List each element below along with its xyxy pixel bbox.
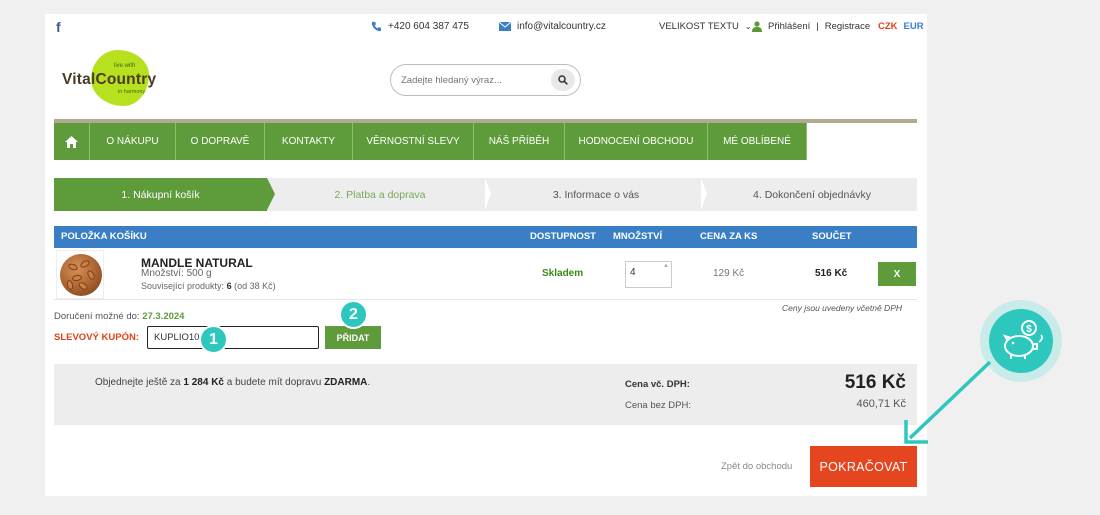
chevron-down-icon: ⌄ [744, 22, 752, 31]
almond-plate [60, 254, 102, 296]
step-arrow [267, 178, 275, 210]
header-unit-price: CENA ZA KS [700, 231, 758, 242]
cart-table-header: POLOŽKA KOŠÍKU DOSTUPNOST MNOŽSTVÍ CENA … [54, 226, 917, 248]
nav-o-doprave[interactable]: O DOPRAVĚ [176, 123, 265, 160]
text-size-label: VELIKOST TEXTU [659, 21, 739, 32]
delivery-date: Doručení možné do: 27.3.2024 [54, 311, 184, 322]
logo-tagline-bottom: in harmony [118, 89, 146, 95]
coupon-label: SLEVOVÝ KUPÓN: [54, 332, 139, 343]
almond [77, 280, 89, 292]
add-coupon-button[interactable]: PŘIDAT [325, 326, 381, 349]
user-icon [752, 21, 762, 32]
related-products[interactable]: Související produkty: 6 (od 38 Kč) [141, 281, 276, 291]
nav-hodnoceni-obchodu[interactable]: HODNOCENÍ OBCHODU [565, 123, 708, 160]
search-icon [558, 75, 568, 85]
email-contact[interactable]: info@vitalcountry.cz [499, 21, 606, 32]
delivery-label: Doručení možné do: [54, 311, 140, 322]
delivery-date-value: 27.3.2024 [142, 311, 185, 322]
facebook-icon[interactable]: f [56, 20, 65, 34]
mail-icon [499, 22, 511, 31]
nav-kontakty[interactable]: KONTAKTY [265, 123, 353, 160]
phone-icon [371, 21, 382, 32]
ship-middle: a budete mít dopravu [226, 377, 322, 388]
availability-status: Skladem [542, 268, 584, 279]
callout-arrow [904, 360, 992, 444]
step-badge-2: 2 [339, 300, 368, 329]
product-image[interactable] [56, 250, 104, 299]
text-size-dropdown[interactable]: VELIKOST TEXTU ⌄ [659, 21, 752, 32]
phone-contact[interactable]: +420 604 387 475 [371, 21, 469, 32]
almond [71, 274, 83, 282]
related-price: (od 38 Kč) [234, 281, 276, 291]
header-item: POLOŽKA KOŠÍKU [61, 231, 147, 242]
nav-o-nakupu[interactable]: O NÁKUPU [90, 123, 176, 160]
checkout-steps: 1. Nákupní košík 2. Platba a doprava 3. … [54, 178, 917, 211]
step-info[interactable]: 3. Informace o vás [491, 178, 701, 211]
currency-switch: CZK EUR [878, 21, 924, 32]
unit-price: 129 Kč [713, 268, 745, 279]
almond [85, 269, 97, 281]
currency-czk[interactable]: CZK [878, 21, 898, 32]
site-logo[interactable]: live with VitalCountry in harmony [62, 50, 172, 108]
step-complete[interactable]: 4. Dokončení objednávky [707, 178, 917, 211]
ship-free: ZDARMA [324, 377, 368, 388]
nav-vernostni-slevy[interactable]: VĚRNOSTNÍ SLEVY [353, 123, 474, 160]
account-links: Přihlášení | Registrace [752, 21, 870, 32]
remove-item-button[interactable]: X [878, 262, 916, 286]
search-input[interactable] [401, 72, 541, 88]
nav-nas-pribeh[interactable]: NÁŠ PŘÍBĚH [474, 123, 565, 160]
register-link[interactable]: Registrace [825, 21, 870, 32]
ship-amount: 1 284 Kč [183, 377, 224, 388]
main-nav: O NÁKUPU O DOPRAVĚ KONTAKTY VĚRNOSTNÍ SL… [54, 123, 807, 160]
product-amount: Množství: 500 g [141, 268, 212, 279]
continue-button[interactable]: POKRAČOVAT [810, 446, 917, 487]
quantity-value: 4 [630, 267, 636, 278]
logo-tagline-top: live with [114, 63, 136, 69]
step-payment[interactable]: 2. Platba a doprava [275, 178, 485, 211]
price-novat-label: Cena bez DPH: [625, 400, 692, 411]
order-summary: Objednejte ještě za 1 284 Kč a budete mí… [54, 364, 917, 425]
svg-text:$: $ [1026, 324, 1032, 335]
stepper-icon[interactable]: ▲ [663, 263, 669, 269]
search-button[interactable] [551, 69, 575, 91]
almond [67, 262, 79, 272]
separator: | [816, 21, 819, 32]
free-shipping-note: Objednejte ještě za 1 284 Kč a budete mí… [95, 377, 371, 388]
step-badge-1: 1 [199, 325, 228, 354]
header-quantity: MNOŽSTVÍ [613, 231, 663, 242]
nav-home[interactable] [54, 123, 90, 160]
login-link[interactable]: Přihlášení [768, 21, 810, 32]
vat-note: Ceny jsou uvedeny včetně DPH [782, 303, 903, 313]
email-address: info@vitalcountry.cz [517, 21, 606, 32]
step-cart: 1. Nákupní košík [54, 178, 267, 211]
back-to-shop-link[interactable]: Zpět do obchodu [721, 461, 792, 472]
header-availability: DOSTUPNOST [530, 231, 596, 242]
related-label: Související produkty: [141, 281, 225, 291]
search-box [390, 64, 581, 96]
row-total: 516 Kč [815, 268, 848, 279]
ship-prefix: Objednejte ještě za [95, 377, 181, 388]
nav-me-oblibene[interactable]: MÉ OBLÍBENÉ [708, 123, 807, 160]
almond [79, 258, 91, 270]
coupon-input[interactable]: KUPLIO10 [147, 326, 319, 349]
quantity-input[interactable]: 4 ▲ [625, 261, 672, 288]
phone-number: +420 604 387 475 [388, 21, 469, 32]
home-icon [65, 135, 78, 148]
header-total: SOUČET [812, 231, 852, 242]
logo-name: VitalCountry [62, 71, 157, 88]
price-vat-label: Cena vč. DPH: [625, 379, 690, 390]
currency-eur[interactable]: EUR [904, 21, 924, 32]
table-row: MANDLE NATURAL Množství: 500 g Souvisejí… [54, 248, 917, 300]
related-count: 6 [226, 281, 232, 291]
cart-page: f +420 604 387 475 info@vitalcountry.cz … [45, 14, 927, 496]
almond [65, 279, 75, 291]
